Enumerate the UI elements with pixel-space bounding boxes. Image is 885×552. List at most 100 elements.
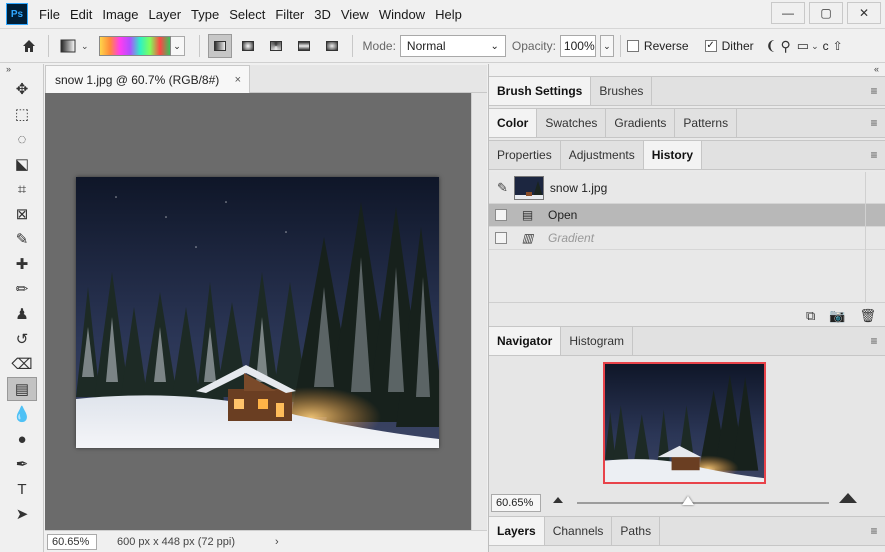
marquee-tool-icon[interactable]: ⬚ (7, 102, 37, 126)
slider-handle[interactable] (681, 496, 694, 505)
tab-gradients[interactable]: Gradients (606, 109, 676, 137)
panel-collapse-icon[interactable]: « (489, 64, 885, 76)
brush-tool-icon[interactable]: ✏ (7, 277, 37, 301)
zoom-out-icon[interactable] (553, 497, 563, 503)
menu-layer[interactable]: Layer (144, 0, 187, 29)
mode-select[interactable]: Normal ⌄ (399, 35, 506, 57)
eyedropper-tool-icon[interactable]: ✎ (7, 227, 37, 251)
menu-type[interactable]: Type (186, 0, 224, 29)
minimize-button[interactable]: — (771, 2, 805, 24)
gradient-tool-icon[interactable]: ▤ (7, 377, 37, 401)
tab-channels[interactable]: Channels (545, 517, 613, 545)
navigator-thumbnail[interactable] (603, 362, 766, 484)
menu-select[interactable]: Select (224, 0, 270, 29)
tab-properties[interactable]: Properties (489, 141, 561, 169)
document-tab[interactable]: snow 1.jpg @ 60.7% (RGB/8#) × (45, 65, 250, 93)
menu-window[interactable]: Window (374, 0, 430, 29)
tab-paths[interactable]: Paths (612, 517, 661, 545)
dither-checkbox[interactable]: ✓ (704, 40, 717, 52)
clone-stamp-tool-icon[interactable]: ♟ (7, 302, 37, 326)
chevron-down-icon[interactable]: ⌄ (81, 41, 89, 52)
home-icon[interactable] (16, 34, 42, 58)
crop-tool-icon[interactable]: ⌗ (7, 177, 37, 201)
panel-menu-icon[interactable]: ≡ (862, 517, 885, 545)
navigator-zoom-slider[interactable] (577, 496, 829, 505)
menu-3d[interactable]: 3D (309, 0, 336, 29)
pen-tool-icon[interactable]: ✒ (7, 452, 37, 476)
toolbar-collapse-icon[interactable]: » (0, 64, 43, 76)
angle-gradient-icon[interactable] (264, 34, 288, 58)
tab-adjustments[interactable]: Adjustments (561, 141, 644, 169)
frame-tool-icon[interactable]: ⊠ (7, 202, 37, 226)
blur-tool-icon[interactable]: 💧 (7, 402, 37, 426)
restore-button[interactable]: ▢ (809, 2, 843, 24)
search-icon[interactable]: ⚲ (781, 38, 791, 55)
opacity-input[interactable]: 100% (559, 35, 596, 57)
history-brush-source-icon[interactable]: ✎ (497, 180, 508, 196)
separator (351, 35, 353, 57)
gradient-dropdown-icon[interactable]: ⌄ (170, 36, 185, 56)
mode-value: Normal (406, 39, 446, 53)
close-icon[interactable]: × (235, 74, 241, 86)
close-button[interactable]: ✕ (847, 2, 881, 24)
tab-layers[interactable]: Layers (489, 517, 545, 545)
tab-navigator[interactable]: Navigator (489, 327, 562, 355)
history-brush-tool-icon[interactable]: ↺ (7, 327, 37, 351)
zoom-in-icon[interactable] (839, 493, 857, 503)
healing-brush-tool-icon[interactable]: ✚ (7, 252, 37, 276)
menu-file[interactable]: File (34, 0, 65, 29)
chevron-right-icon[interactable]: › (275, 536, 279, 548)
linear-gradient-icon[interactable] (207, 34, 232, 58)
history-snapshot[interactable]: ✎ snow 1.jpg (489, 172, 885, 204)
history-brush-source-box[interactable] (495, 232, 507, 244)
trash-icon[interactable]: 🗑 (859, 308, 876, 324)
share-icon[interactable]: ⇧ (833, 39, 843, 53)
history-brush-source-box[interactable] (495, 209, 507, 221)
menu-help[interactable]: Help (430, 0, 467, 29)
vertical-scrollbar[interactable] (471, 93, 487, 530)
workspace-icon[interactable]: ▭ (797, 38, 809, 54)
reflected-gradient-icon[interactable] (292, 34, 316, 58)
history-scroll-track[interactable] (865, 172, 866, 302)
menu-filter[interactable]: Filter (270, 0, 309, 29)
radial-gradient-icon[interactable] (236, 34, 260, 58)
dodge-tool-icon[interactable]: ● (7, 427, 37, 451)
diamond-gradient-icon[interactable] (320, 34, 344, 58)
panel-menu-icon[interactable]: ≡ (862, 77, 885, 105)
navigator-zoom-field[interactable]: 60.65% (491, 494, 541, 512)
tab-histogram[interactable]: Histogram (561, 327, 634, 355)
lasso-tool-icon[interactable]: ◌ (7, 127, 37, 151)
tool-bar: » ✥ ⬚ ◌ ⬕ ⌗ ⊠ ✎ ✚ ✏ ♟ ↺ ⌫ ▤ 💧 ● ✒ T ➤ (0, 64, 44, 552)
snapshot-name: snow 1.jpg (549, 180, 608, 195)
path-select-tool-icon[interactable]: ➤ (7, 502, 37, 526)
reverse-checkbox[interactable] (626, 40, 639, 52)
canvas-area[interactable] (45, 93, 471, 530)
panel-menu-icon[interactable]: ≡ (862, 327, 885, 355)
gradient-preset-icon[interactable] (55, 34, 81, 58)
transparency-icon[interactable]: ❨ (766, 38, 777, 54)
history-state[interactable]: ▥ Gradient (489, 227, 885, 250)
new-document-from-state-icon[interactable]: ⧉ (806, 308, 815, 324)
gradient-swatch[interactable] (98, 36, 171, 56)
tab-history[interactable]: History (643, 141, 703, 169)
type-tool-icon[interactable]: T (7, 477, 37, 501)
menu-view[interactable]: View (336, 0, 374, 29)
tab-brush-settings[interactable]: Brush Settings (489, 77, 592, 105)
document-image[interactable] (76, 177, 439, 448)
panel-menu-icon[interactable]: ≡ (862, 141, 885, 169)
object-select-tool-icon[interactable]: ⬕ (7, 152, 37, 176)
camera-icon[interactable]: 📷 (829, 308, 845, 324)
history-state[interactable]: ▤ Open (489, 204, 885, 227)
tab-swatches[interactable]: Swatches (537, 109, 607, 137)
opacity-dropdown-icon[interactable]: ⌄ (599, 35, 614, 57)
tab-color[interactable]: Color (489, 109, 538, 137)
tab-patterns[interactable]: Patterns (675, 109, 738, 137)
menu-edit[interactable]: Edit (65, 0, 97, 29)
menu-image[interactable]: Image (97, 0, 143, 29)
zoom-field[interactable]: 60.65% (47, 533, 97, 550)
eraser-tool-icon[interactable]: ⌫ (7, 352, 37, 376)
tab-brushes[interactable]: Brushes (591, 77, 653, 105)
move-tool-icon[interactable]: ✥ (7, 77, 37, 101)
chevron-down-icon[interactable]: ⌄ (811, 41, 819, 52)
panel-menu-icon[interactable]: ≡ (862, 109, 885, 137)
